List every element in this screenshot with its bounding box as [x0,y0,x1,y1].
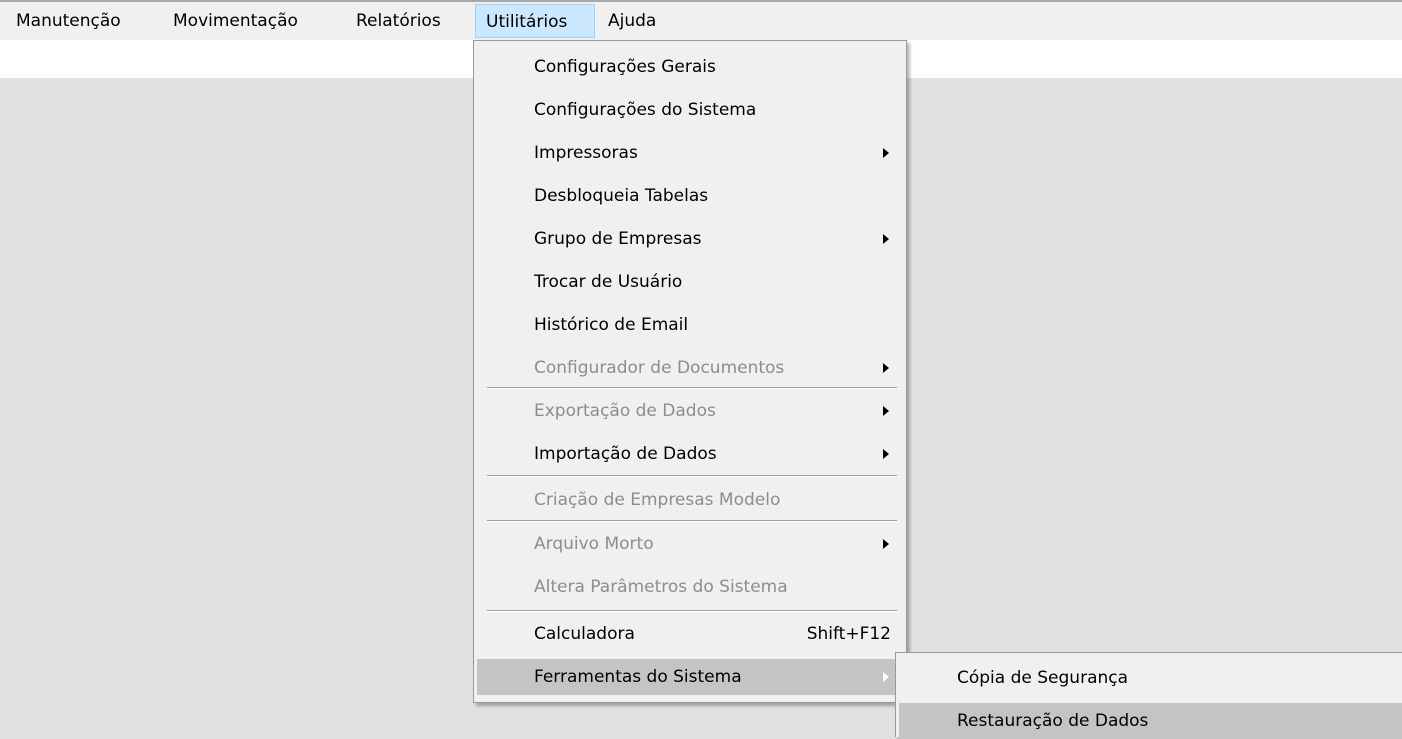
menu-item-label: Importação de Dados [534,444,717,464]
submenu-arrow-icon [883,363,889,373]
menu-utilitarios[interactable]: Utilitários [475,4,595,38]
menu-relatorios[interactable]: Relatórios [356,4,441,38]
menu-item-label: Exportação de Dados [534,401,716,421]
menu-item-importacao-dados[interactable]: Importação de Dados [477,436,903,472]
menu-item-altera-parametros[interactable]: Altera Parâmetros do Sistema [477,569,903,605]
utilitarios-dropdown: Configurações Gerais Configurações do Si… [473,40,907,703]
menu-item-label: Histórico de Email [534,315,689,335]
submenu-arrow-icon [883,449,889,459]
menu-item-label: Grupo de Empresas [534,229,702,249]
menu-item-trocar-usuario[interactable]: Trocar de Usuário [477,264,903,300]
menu-item-label: Configurações do Sistema [534,100,757,120]
menu-separator [487,387,897,389]
menu-item-label: Configurações Gerais [534,57,716,77]
menu-item-label: Desbloqueia Tabelas [534,186,709,206]
submenu-arrow-icon [883,234,889,244]
menu-item-configuracoes-gerais[interactable]: Configurações Gerais [477,49,903,85]
ferramentas-submenu: Cópia de Segurança Restauração de Dados [895,652,1402,739]
menu-item-label: Trocar de Usuário [534,272,683,292]
menu-item-exportacao-dados[interactable]: Exportação de Dados [477,393,903,429]
menu-item-configurador-documentos[interactable]: Configurador de Documentos [477,350,903,386]
menu-item-label: Restauração de Dados [957,711,1149,731]
menu-item-historico-email[interactable]: Histórico de Email [477,307,903,343]
menu-item-restauracao-dados[interactable]: Restauração de Dados [899,703,1402,739]
submenu-arrow-icon [883,148,889,158]
menu-separator [487,610,897,612]
submenu-arrow-icon [883,406,889,416]
menu-separator [487,475,897,477]
menu-bar: Manutenção Movimentação Relatórios Utili… [0,2,1402,40]
menu-item-label: Ferramentas do Sistema [534,667,742,687]
menu-item-configuracoes-sistema[interactable]: Configurações do Sistema [477,92,903,128]
menu-item-label: Cópia de Segurança [957,668,1129,688]
submenu-arrow-icon [883,539,889,549]
menu-item-ferramentas-sistema[interactable]: Ferramentas do Sistema [477,659,903,695]
menu-item-label: Altera Parâmetros do Sistema [534,577,788,597]
menu-item-arquivo-morto[interactable]: Arquivo Morto [477,526,903,562]
menu-item-impressoras[interactable]: Impressoras [477,135,903,171]
menu-ajuda[interactable]: Ajuda [608,4,656,38]
submenu-arrow-icon [883,672,889,682]
shortcut-label: Shift+F12 [806,624,891,644]
menu-movimentacao[interactable]: Movimentação [173,4,298,38]
menu-item-grupo-empresas[interactable]: Grupo de Empresas [477,221,903,257]
menu-item-label: Configurador de Documentos [534,358,785,378]
menu-item-copia-seguranca[interactable]: Cópia de Segurança [899,660,1402,696]
menu-item-label: Arquivo Morto [534,534,654,554]
menu-manutencao[interactable]: Manutenção [16,4,121,38]
menu-item-desbloqueia-tabelas[interactable]: Desbloqueia Tabelas [477,178,903,214]
menu-item-criacao-empresas-modelo[interactable]: Criação de Empresas Modelo [477,482,903,518]
menu-item-label: Calculadora [534,624,635,644]
menu-item-label: Impressoras [534,143,638,163]
menu-item-label: Criação de Empresas Modelo [534,490,781,510]
menu-separator [487,520,897,522]
menu-item-calculadora[interactable]: Calculadora Shift+F12 [477,616,903,652]
